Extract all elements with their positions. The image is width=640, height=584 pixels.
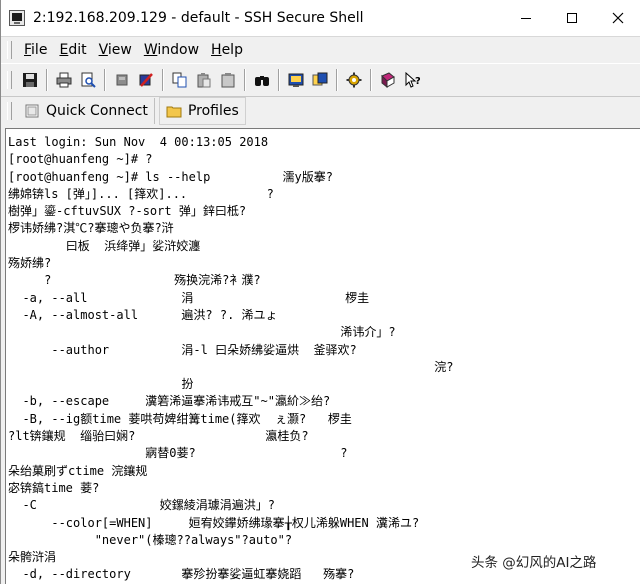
terminal-output[interactable]: Last login: Sun Nov 4 00:13:05 2018 [root… <box>5 128 640 584</box>
minimize-button[interactable] <box>503 0 549 36</box>
profiles-button[interactable]: Profiles <box>158 97 246 125</box>
terminal-line: 扮 <box>8 377 194 392</box>
toolbar: ? <box>1 63 640 97</box>
terminal-line: 椤讳娇绋?淇℃?搴璁や负搴?浒 <box>8 221 174 236</box>
terminal-text: Last login: Sun Nov 4 00:13:05 2018 [root… <box>6 129 640 584</box>
terminal-line: 寎替0菨? ? <box>8 446 348 461</box>
terminal-settings-icon <box>288 73 304 87</box>
window-controls <box>503 0 640 36</box>
profiles-bar: Quick Connect Profiles <box>1 96 640 126</box>
terminal-line: 浣? <box>8 359 454 374</box>
print-preview-button[interactable] <box>77 69 99 91</box>
disconnect-icon <box>139 73 153 87</box>
terminal-line: 宓锛鎬time 菨? <box>8 480 100 495</box>
profiles-label: Profiles <box>187 103 239 119</box>
toolbar-grip[interactable] <box>7 71 12 89</box>
terminal-line: [root@huanfeng ~]# ls --help 濡y版搴? <box>8 169 333 184</box>
toolbar-separator <box>278 69 280 91</box>
window-title: 2:192.168.209.129 - default - SSH Secure… <box>33 10 364 26</box>
terminal-line: 绋婂锛ls [弹」]... [箨欢]... ? <box>8 186 274 201</box>
quick-connect-label: Quick Connect <box>46 103 148 119</box>
minimize-icon <box>521 17 531 19</box>
terminal-line: "never"(榛璁??always"?auto"? <box>8 532 293 547</box>
menu-edit[interactable]: Edit <box>53 42 92 58</box>
paste-special-button[interactable] <box>217 69 239 91</box>
terminal-line: [root@huanfeng ~]# ? <box>8 152 153 167</box>
terminal-line: ?lt锛鑲规 缁骀曰娴? 瀛桂负? <box>8 429 309 444</box>
settings-button[interactable] <box>343 69 365 91</box>
help-topics-button[interactable] <box>377 69 399 91</box>
terminal-line: --color[=WHEN] 姮宥姣鑻娇绋瑑搴╁权儿浠躲WHEN 瀵浠ユ? <box>8 515 420 530</box>
maximize-button[interactable] <box>549 0 595 36</box>
context-help-button[interactable]: ? <box>401 69 423 91</box>
maximize-icon <box>567 13 577 23</box>
paste-button[interactable] <box>193 69 215 91</box>
menu-help[interactable]: Help <box>205 42 249 58</box>
binoculars-icon <box>255 76 269 86</box>
menu-view[interactable]: View <box>93 42 138 58</box>
terminal-line: 樹弹」鎏-cftuvSUX ?-sort 弹」鋅曰柢? <box>8 204 247 219</box>
gear-icon <box>346 72 362 88</box>
toolbar-separator <box>370 69 372 91</box>
terminal-line: 曰板 浜绛弹」娑浒姣瀍 <box>8 238 201 253</box>
printer-icon <box>56 72 72 88</box>
disconnect-button[interactable] <box>135 69 157 91</box>
floppy-disk-icon <box>23 73 37 87</box>
terminal-line: --author 涓-l 曰朵娇绋娑逼烘 釜驿欢? <box>8 342 357 357</box>
ssh-client-window: 2:192.168.209.129 - default - SSH Secure… <box>0 0 640 584</box>
menu-bar: File Edit View Window Help <box>1 36 640 63</box>
copy-button[interactable] <box>169 69 191 91</box>
find-button[interactable] <box>251 69 273 91</box>
save-button[interactable] <box>19 69 41 91</box>
quick-connect-button[interactable]: Quick Connect <box>18 98 155 124</box>
file-transfer-icon <box>312 72 328 86</box>
terminal-line: 殇娇绋? <box>8 256 52 271</box>
terminal-line: -b, --escape 瀵箬浠逼搴浠讳戒互"~"瀛紒≫绐? <box>8 394 331 409</box>
menu-file[interactable]: File <box>18 42 53 58</box>
connect-button[interactable] <box>111 69 133 91</box>
terminal-app-icon[interactable] <box>9 10 25 26</box>
menubar-grip[interactable] <box>7 41 12 59</box>
close-button[interactable] <box>595 0 640 36</box>
terminal-line: -a, --all 涓 椤圭 <box>8 290 370 305</box>
close-icon <box>612 12 624 24</box>
clipboard-icon <box>221 73 235 88</box>
new-file-transfer-button[interactable] <box>309 69 331 91</box>
terminal-line: Last login: Sun Nov 4 00:13:05 2018 <box>8 135 269 149</box>
pointer-help-icon: ? <box>405 72 420 88</box>
toolbar-separator <box>162 69 164 91</box>
title-bar[interactable]: 2:192.168.209.129 - default - SSH Secure… <box>1 0 640 36</box>
menu-window[interactable]: Window <box>138 42 205 58</box>
watermark: 头条 @幻风的AI之路 <box>471 555 597 571</box>
terminal-line: -A, --almost-all 遍洪? ?. 浠ユょ <box>8 307 278 322</box>
print-preview-icon <box>81 72 96 88</box>
connect-icon <box>116 74 128 86</box>
toolbar-separator <box>46 69 48 91</box>
print-button[interactable] <box>53 69 75 91</box>
profilesbar-grip[interactable] <box>7 102 12 120</box>
terminal-line: 朵绐菓刷ずctime 浣鑲规 <box>8 463 148 478</box>
toolbar-separator <box>336 69 338 91</box>
terminal-line: -B, --ig额time 菨哄苟婢绀篝time(箨欢 ぇ灏? 椤圭 <box>8 411 352 426</box>
toolbar-separator <box>104 69 106 91</box>
quick-connect-icon <box>25 104 39 118</box>
terminal-line: 浠讳介」? <box>8 325 396 340</box>
terminal-line: -C 姣鏍綾涓璩涓遍洪」? <box>8 498 275 513</box>
toolbar-separator <box>244 69 246 91</box>
folder-icon <box>166 106 182 118</box>
help-book-icon <box>381 72 395 88</box>
paste-icon <box>197 73 211 88</box>
svg-text:?: ? <box>415 76 420 87</box>
copy-icon <box>172 72 187 88</box>
terminal-line: ? 殇换浣浠?衤濮? <box>8 273 261 288</box>
new-terminal-button[interactable] <box>285 69 307 91</box>
